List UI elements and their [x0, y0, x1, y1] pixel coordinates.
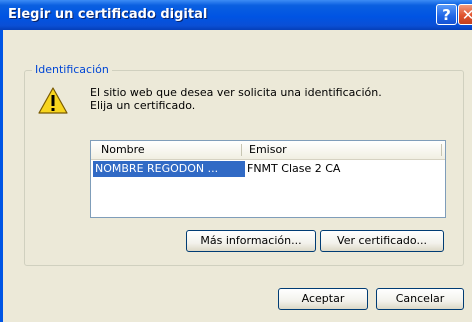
cancel-button[interactable]: Cancelar	[376, 288, 464, 310]
more-info-button[interactable]: Más información...	[186, 230, 316, 252]
close-button[interactable]: ✕	[458, 4, 472, 25]
column-separator	[441, 144, 442, 156]
close-icon: ✕	[461, 6, 472, 24]
message-line-2: Elija un certificado.	[90, 99, 196, 112]
message-line-1: El sitio web que desea ver solicita una …	[90, 86, 382, 99]
accept-button[interactable]: Aceptar	[278, 288, 368, 310]
message-text: El sitio web que desea ver solicita una …	[90, 86, 382, 112]
column-header-nombre[interactable]: Nombre	[101, 143, 145, 156]
help-icon: ?	[442, 6, 451, 24]
window-title: Elegir un certificado digital	[8, 7, 208, 22]
column-separator	[241, 144, 242, 156]
group-legend: Identificación	[32, 63, 112, 76]
help-button[interactable]: ?	[436, 4, 457, 25]
certificate-list[interactable]: Nombre Emisor NOMBRE REGODON ... FNMT Cl…	[90, 140, 446, 218]
cell-nombre: NOMBRE REGODON ...	[95, 162, 219, 175]
warning-icon	[38, 87, 68, 114]
certificate-dialog: Elegir un certificado digital ? ✕ Identi…	[0, 0, 472, 322]
column-header-emisor[interactable]: Emisor	[249, 143, 287, 156]
view-certificate-button[interactable]: Ver certificado...	[320, 230, 444, 252]
list-header: Nombre Emisor	[91, 141, 445, 160]
title-bar: Elegir un certificado digital ? ✕	[0, 0, 472, 30]
cell-emisor: FNMT Clase 2 CA	[247, 162, 341, 175]
